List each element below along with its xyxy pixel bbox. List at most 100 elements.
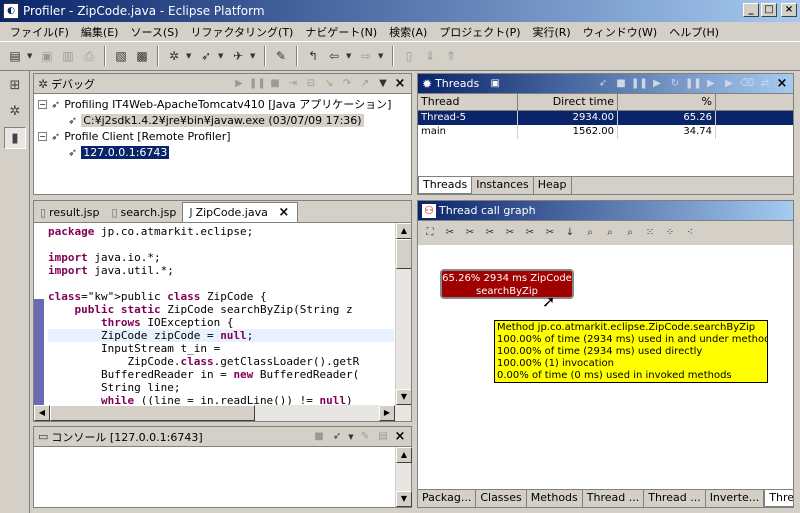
dropdown-icon[interactable]: ▼ xyxy=(347,429,355,445)
external-tools-icon[interactable]: ✈ xyxy=(229,47,247,65)
new-dropdown-icon[interactable]: ▼ xyxy=(27,52,35,60)
scroll-up-icon[interactable]: ▲ xyxy=(396,223,411,239)
table-row[interactable]: Thread-5 2934.00 65.26 xyxy=(418,111,793,125)
back-icon[interactable]: ⇦ xyxy=(325,47,343,65)
close-view-icon[interactable]: × xyxy=(393,429,407,444)
save-all-icon[interactable]: ▥ xyxy=(59,47,77,65)
last-edit-location-icon[interactable]: ↰ xyxy=(304,47,322,65)
debug-dropdown-icon[interactable]: ▼ xyxy=(186,52,194,60)
profiler-perspective-icon[interactable]: ▮ xyxy=(4,127,26,149)
play-icon[interactable]: ▶ xyxy=(703,76,719,92)
close-view-icon[interactable]: × xyxy=(775,76,789,91)
close-tab-icon[interactable]: × xyxy=(277,205,291,220)
pen-icon[interactable]: ✎ xyxy=(272,47,290,65)
table-row[interactable]: main 1562.00 34.74 xyxy=(418,125,793,139)
resume-icon[interactable]: ▶ xyxy=(649,76,665,92)
minimize-button[interactable]: _ xyxy=(743,3,759,17)
layout-2-icon[interactable]: ⁘ xyxy=(662,225,678,241)
menu-item[interactable]: 検索(A) xyxy=(383,24,433,40)
menu-item[interactable]: ファイル(F) xyxy=(4,24,75,40)
print-icon[interactable]: ⎙ xyxy=(80,47,98,65)
menu-item[interactable]: ウィンドウ(W) xyxy=(577,24,663,40)
cut-direct-icon[interactable]: ✂ xyxy=(502,225,518,241)
refresh-icon[interactable]: ↻ xyxy=(667,76,683,92)
column-thread[interactable]: Thread xyxy=(418,94,518,110)
terminate-icon[interactable]: ■ xyxy=(311,429,327,445)
code-editor[interactable]: package jp.co.atmarkit.eclipse; import ja… xyxy=(48,225,394,405)
tree-item[interactable]: ➶ 127.0.0.1:6743 xyxy=(38,144,411,160)
sync-icon[interactable]: ⇄ xyxy=(757,76,773,92)
scroll-thumb[interactable] xyxy=(50,405,255,421)
scroll-down-icon[interactable]: ▼ xyxy=(396,389,411,405)
tab-instances[interactable]: Instances xyxy=(472,177,534,194)
save-icon[interactable]: ▣ xyxy=(38,47,56,65)
tab-thread-1[interactable]: Thread ... xyxy=(583,490,645,507)
debug-perspective-icon[interactable]: ✲ xyxy=(4,101,26,123)
view-menu-icon[interactable]: ▼ xyxy=(375,76,391,92)
collapse-icon[interactable]: − xyxy=(38,99,47,109)
menu-item[interactable]: ナビゲート(N) xyxy=(299,24,383,40)
scroll-up-icon[interactable]: ▲ xyxy=(396,447,412,463)
run-icon[interactable]: ➶ xyxy=(329,429,345,445)
scroll-right-icon[interactable]: ▶ xyxy=(379,405,395,421)
suspend-icon[interactable]: ❚❚ xyxy=(249,76,266,92)
step-return-icon[interactable]: ↗ xyxy=(357,76,373,92)
open-type-hierarchy-icon[interactable]: ▩ xyxy=(133,47,151,65)
scroll-thumb[interactable] xyxy=(396,239,411,269)
open-perspective-icon[interactable]: ⊞ xyxy=(4,75,26,97)
cut-other-icon[interactable]: ✂ xyxy=(542,225,558,241)
menu-item[interactable]: ヘルプ(H) xyxy=(663,24,725,40)
menu-item[interactable]: プロジェクト(P) xyxy=(433,24,526,40)
find-name-2-icon[interactable]: ⌕ xyxy=(622,225,638,241)
next-annotation-icon[interactable]: ⇓ xyxy=(421,47,439,65)
maximize-button[interactable]: □ xyxy=(761,3,777,17)
stop-icon[interactable]: ■ xyxy=(613,76,629,92)
remove-terminated-icon[interactable]: ⊟ xyxy=(303,76,319,92)
step-icon[interactable]: ▶ xyxy=(721,76,737,92)
clear-icon[interactable]: ⌫ xyxy=(739,76,755,92)
run-dropdown-icon[interactable]: ▼ xyxy=(218,52,226,60)
pause-icon[interactable]: ❚❚ xyxy=(631,76,648,92)
menu-item[interactable]: ソース(S) xyxy=(124,24,184,40)
pause-2-icon[interactable]: ❚❚ xyxy=(685,76,702,92)
close-window-button[interactable]: × xyxy=(781,3,797,17)
tree-item[interactable]: ➶ C:¥j2sdk1.4.2¥jre¥bin¥javaw.exe (03/07… xyxy=(38,112,411,128)
find-min-icon[interactable]: ⌕ xyxy=(582,225,598,241)
collapse-icon[interactable]: − xyxy=(38,131,47,141)
tab-heap[interactable]: Heap xyxy=(534,177,572,194)
tab-methods[interactable]: Methods xyxy=(527,490,583,507)
debug-icon[interactable]: ✲ xyxy=(165,47,183,65)
forward-dropdown-icon[interactable]: ▼ xyxy=(378,52,386,60)
tab-result-jsp[interactable]: ▯ result.jsp xyxy=(34,202,105,222)
tab-classes[interactable]: Classes xyxy=(476,490,527,507)
column-direct-time[interactable]: Direct time xyxy=(518,94,618,110)
down-arrow-icon[interactable]: ↓ xyxy=(562,225,578,241)
forward-icon[interactable]: ⇨ xyxy=(357,47,375,65)
layout-icon[interactable]: ⁙ xyxy=(642,225,658,241)
cut-invoked-icon[interactable]: ✂ xyxy=(522,225,538,241)
back-dropdown-icon[interactable]: ▼ xyxy=(346,52,354,60)
step-into-icon[interactable]: ↘ xyxy=(321,76,337,92)
menu-item[interactable]: 編集(E) xyxy=(75,24,125,40)
menu-item[interactable]: 実行(R) xyxy=(527,24,577,40)
tree-item[interactable]: − ➶ Profile Client [Remote Profiler] xyxy=(38,128,411,144)
tab-packages[interactable]: Packag... xyxy=(418,490,477,507)
menu-item[interactable]: リファクタリング(T) xyxy=(184,24,299,40)
clear-console-icon[interactable]: ✎ xyxy=(357,429,373,445)
terminate-icon[interactable]: ■ xyxy=(267,76,283,92)
column-percent[interactable]: % xyxy=(618,94,716,110)
editor-vertical-scrollbar[interactable]: ▲ ▼ xyxy=(395,223,411,405)
prev-annotation-icon[interactable]: ⇑ xyxy=(442,47,460,65)
close-view-icon[interactable]: × xyxy=(393,76,407,91)
find-name-icon[interactable]: ⌕ xyxy=(602,225,618,241)
external-tools-dropdown-icon[interactable]: ▼ xyxy=(250,52,258,60)
tab-zipcode-java[interactable]: J ZipCode.java × xyxy=(182,202,298,222)
scroll-down-icon[interactable]: ▼ xyxy=(396,491,412,507)
run-icon[interactable]: ➶ xyxy=(197,47,215,65)
console-scrollbar[interactable]: ▲ ▼ xyxy=(395,447,412,507)
cut-all-icon[interactable]: ✂ xyxy=(442,225,458,241)
tab-threads[interactable]: Threads xyxy=(418,177,473,194)
step-over-icon[interactable]: ↷ xyxy=(339,76,355,92)
scroll-left-icon[interactable]: ◀ xyxy=(34,405,50,421)
new-icon[interactable]: ▤ xyxy=(6,47,24,65)
